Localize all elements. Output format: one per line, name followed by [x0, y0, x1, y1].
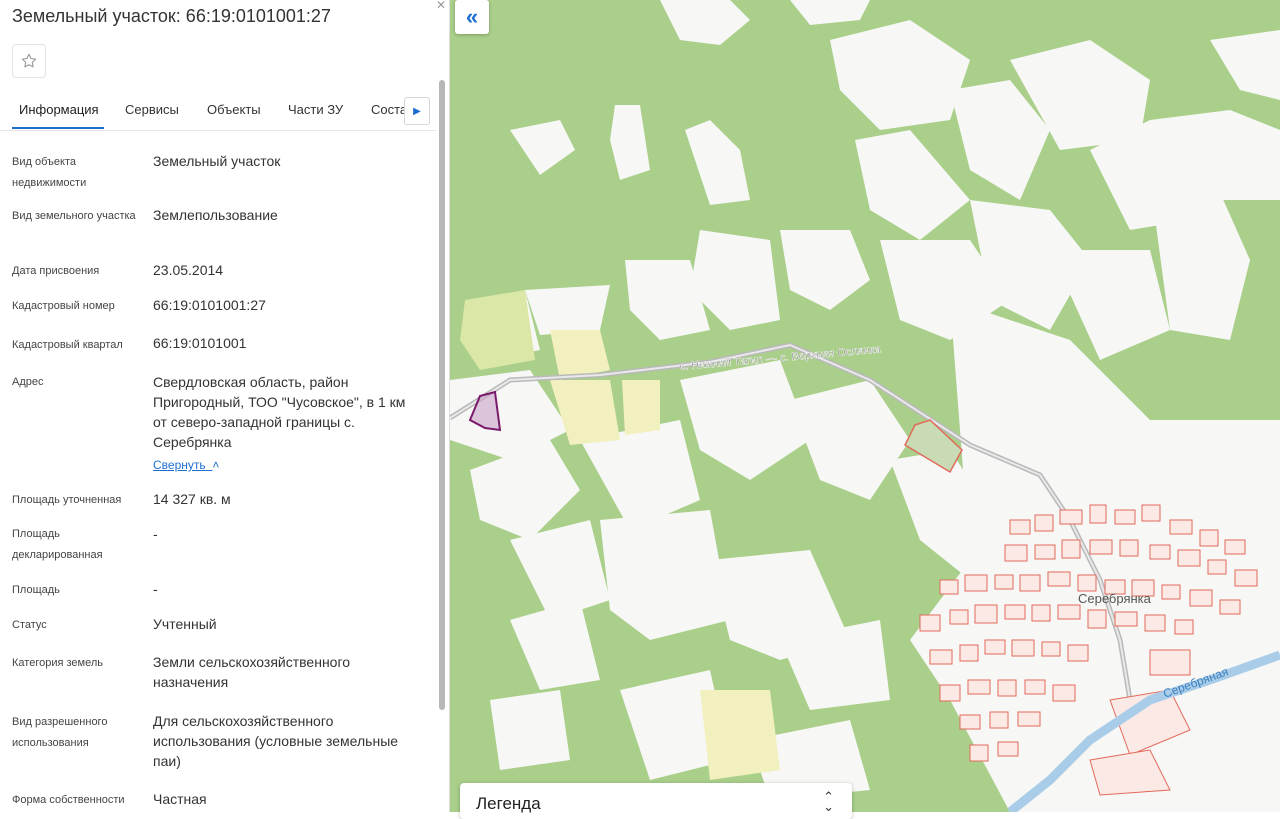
tabs-scroll-right-button[interactable]: ▶ — [404, 97, 430, 125]
value-area: - — [153, 581, 158, 597]
page-title: Земельный участок: 66:19:0101001:27 — [12, 6, 331, 26]
label-cadastral-quarter: Кадастровый квартал — [12, 339, 123, 351]
chevron-up-icon: ˄ — [212, 458, 220, 472]
label-area: Площадь — [12, 584, 60, 596]
tab-info[interactable]: Информация — [19, 102, 99, 117]
panel-scrollbar[interactable] — [439, 80, 445, 710]
tab-bar: Информация Сервисы Объекты Части ЗУ Сост… — [0, 96, 436, 131]
label-land-type: Вид земельного участка — [12, 210, 136, 222]
village-label: Серебрянка — [1078, 591, 1152, 606]
label-cadastral-number: Кадастровый номер — [12, 300, 115, 312]
map-view[interactable]: с. Нижний Тагил — с. Верхняя Ослянка Сер… — [450, 0, 1280, 812]
value-status: Учтенный — [153, 616, 217, 632]
double-chevron-left-icon: « — [465, 4, 479, 29]
collapse-link[interactable]: Свернуть ˄ — [153, 458, 219, 472]
label-area-refined: Площадь уточненная — [12, 494, 122, 506]
value-address: Свердловская область, район Пригородный,… — [153, 374, 406, 450]
label-status: Статус — [12, 619, 47, 631]
label-area-declared: Площадь декларированная — [12, 528, 103, 561]
tab-composition[interactable]: Соста — [371, 102, 407, 117]
active-tab-indicator — [12, 127, 104, 129]
value-area-declared: - — [153, 526, 158, 542]
label-ownership-form: Форма собственности — [12, 794, 125, 806]
star-icon — [21, 53, 37, 68]
info-panel: Земельный участок: 66:19:0101001:27 ✕ Ин… — [0, 0, 450, 812]
updown-chevron-icon: ⌃ ⌄ — [823, 789, 834, 814]
map-canvas[interactable]: с. Нижний Тагил — с. Верхняя Ослянка Сер… — [450, 0, 1280, 812]
label-permitted-use: Вид разрешенного использования — [12, 716, 108, 749]
collapse-label: Свернуть — [153, 458, 206, 472]
collapse-panel-button[interactable]: « — [455, 0, 489, 34]
legend-select[interactable]: Легенда ⌃ ⌄ — [460, 783, 852, 819]
tab-parts[interactable]: Части ЗУ — [288, 102, 343, 117]
value-land-type: Землепользование — [153, 207, 278, 223]
label-assign-date: Дата присвоения — [12, 265, 100, 277]
value-land-category: Земли сельскохозяйственного назначения — [153, 654, 351, 690]
legend-label: Легенда — [476, 794, 541, 813]
value-area-refined: 14 327 кв. м — [153, 491, 231, 507]
value-cadastral-number: 66:19:0101001:27 — [153, 297, 266, 313]
label-object-type: Вид объекта недвижимости — [12, 156, 87, 189]
close-icon[interactable]: ✕ — [436, 0, 446, 10]
value-assign-date: 23.05.2014 — [153, 262, 224, 278]
tab-objects[interactable]: Объекты — [207, 102, 261, 117]
tab-services[interactable]: Сервисы — [125, 102, 179, 117]
value-ownership-form: Частная — [153, 791, 207, 807]
label-address: Адрес — [12, 376, 44, 388]
value-cadastral-quarter: 66:19:0101001 — [153, 335, 247, 351]
label-land-category: Категория земель — [12, 657, 103, 669]
favorite-button[interactable] — [12, 44, 46, 78]
value-permitted-use: Для сельскохозяйственного использования … — [153, 713, 399, 769]
value-object-type: Земельный участок — [153, 153, 281, 169]
